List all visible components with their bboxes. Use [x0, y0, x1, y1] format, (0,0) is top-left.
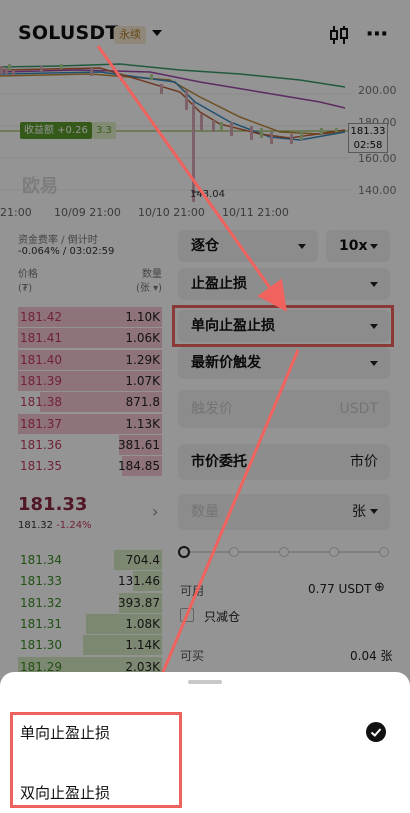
check-circle-icon: [366, 722, 386, 742]
highlight-box: [10, 712, 182, 808]
sheet-handle[interactable]: [188, 680, 222, 684]
